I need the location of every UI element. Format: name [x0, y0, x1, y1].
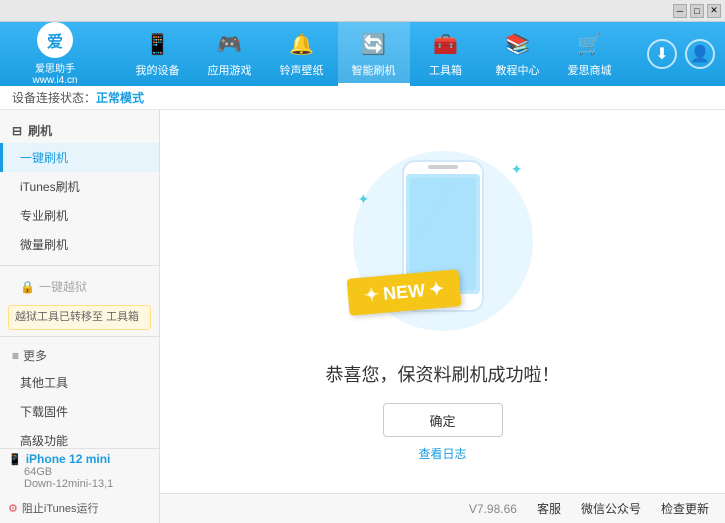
jailbreak-warning: 越狱工具已转移至 工具箱	[8, 305, 151, 330]
flash-section-label: 刷机	[28, 122, 52, 139]
nav-tutorials-label: 教程中心	[496, 62, 540, 78]
logo-icon: 爱	[37, 22, 73, 58]
device-name: iPhone 12 mini	[26, 452, 111, 466]
bottom-bar-right: V7.98.66 客服 微信公众号 检查更新	[160, 494, 725, 523]
sidebar-more-section: ≡ 更多	[0, 343, 159, 368]
sidebar-divider-2	[0, 336, 159, 337]
sidebar-divider-1	[0, 265, 159, 266]
minimize-button[interactable]: ─	[673, 4, 687, 18]
sidebar-jailbreak-section: 🔒 一键越狱	[0, 272, 159, 301]
sidebar-flash-section: ⊟ 刷机	[0, 118, 159, 143]
sidebar-pro-flash[interactable]: 专业刷机	[0, 201, 159, 230]
window-controls: ─ □ ✕	[673, 4, 721, 18]
nav-tutorials[interactable]: 📚 教程中心	[482, 22, 554, 86]
sidebar: ⊟ 刷机 一键刷机 iTunes刷机 专业刷机 微量刷机 🔒 一键越狱 越狱工具…	[0, 110, 160, 493]
sparkle-1: ✦	[511, 161, 523, 178]
device-phone-icon: 📱	[8, 453, 22, 466]
connection-status: 正常模式	[96, 89, 144, 106]
download-button[interactable]: ⬇	[647, 39, 677, 69]
itunes-status: ⚙ 阻止iTunes运行	[0, 493, 160, 523]
nav-toolbox-label: 工具箱	[429, 62, 462, 78]
toolbox-icon: 🧰	[432, 30, 460, 58]
shop-icon: 🛒	[576, 30, 604, 58]
nav-smart-flash[interactable]: 🔄 智能刷机	[338, 22, 410, 86]
lock-icon: 🔒	[20, 280, 35, 294]
logo-subtitle: www.i4.cn	[32, 75, 77, 86]
nav-shop[interactable]: 🛒 爱思商城	[554, 22, 626, 86]
nav-my-device-label: 我的设备	[136, 62, 180, 78]
app-window: ─ □ ✕ 爱 爱思助手 www.i4.cn 📱 我的设备 🎮 应用游戏 🔔 铃…	[0, 0, 725, 523]
device-firmware: Down-12mini-13,1	[8, 478, 151, 490]
customer-service-link[interactable]: 客服	[537, 500, 561, 517]
nav-ringtones-label: 铃声壁纸	[280, 62, 324, 78]
nav-ringtones[interactable]: 🔔 铃声壁纸	[266, 22, 338, 86]
more-label: 更多	[23, 347, 47, 364]
logo-title: 爱思助手	[35, 60, 75, 75]
nav-apps-games-label: 应用游戏	[208, 62, 252, 78]
main-area: ⊟ 刷机 一键刷机 iTunes刷机 专业刷机 微量刷机 🔒 一键越狱 越狱工具…	[0, 110, 725, 493]
nav-shop-label: 爱思商城	[568, 62, 612, 78]
itunes-status-text: 阻止iTunes运行	[22, 500, 99, 516]
connection-prefix: 设备连接状态：	[12, 89, 96, 106]
main-content: ✦ ✦	[160, 110, 725, 493]
apps-games-icon: 🎮	[216, 30, 244, 58]
wechat-link[interactable]: 微信公众号	[581, 500, 641, 517]
view-log-link[interactable]: 查看日志	[418, 445, 466, 462]
nav-apps-games[interactable]: 🎮 应用游戏	[194, 22, 266, 86]
sidebar-one-click-flash[interactable]: 一键刷机	[0, 143, 159, 172]
jailbreak-label: 一键越狱	[39, 278, 87, 295]
sidebar-download-firmware[interactable]: 下载固件	[0, 397, 159, 426]
nav-smart-flash-label: 智能刷机	[352, 62, 396, 78]
tutorials-icon: 📚	[504, 30, 532, 58]
logo-area: 爱 爱思助手 www.i4.cn	[10, 22, 100, 86]
sparkle-2: ✦	[358, 191, 370, 208]
nav-right-buttons: ⬇ 👤	[647, 39, 715, 69]
nav-items: 📱 我的设备 🎮 应用游戏 🔔 铃声壁纸 🔄 智能刷机 🧰 工具箱 📚	[100, 22, 647, 86]
more-icon: ≡	[12, 349, 19, 363]
device-info-panel: 📱 iPhone 12 mini 64GB Down-12mini-13,1	[0, 448, 160, 493]
ringtones-icon: 🔔	[288, 30, 316, 58]
smart-flash-icon: 🔄	[360, 30, 388, 58]
nav-toolbox[interactable]: 🧰 工具箱	[410, 22, 482, 86]
sidebar-micro-flash[interactable]: 微量刷机	[0, 230, 159, 259]
phone-illustration: ✦ ✦	[343, 141, 543, 341]
my-device-icon: 📱	[144, 30, 172, 58]
title-bar: ─ □ ✕	[0, 0, 725, 22]
maximize-button[interactable]: □	[690, 4, 704, 18]
flash-section-icon: ⊟	[12, 124, 22, 138]
connection-bar: 设备连接状态： 正常模式	[0, 86, 725, 110]
device-storage: 64GB	[8, 466, 151, 478]
confirm-button[interactable]: 确定	[383, 403, 503, 437]
top-nav: 爱 爱思助手 www.i4.cn 📱 我的设备 🎮 应用游戏 🔔 铃声壁纸 🔄 …	[0, 22, 725, 86]
close-button[interactable]: ✕	[707, 4, 721, 18]
itunes-icon: ⚙	[8, 502, 18, 515]
device-name-row: 📱 iPhone 12 mini	[8, 452, 151, 466]
sidebar-itunes-flash[interactable]: iTunes刷机	[0, 172, 159, 201]
sidebar-other-tools[interactable]: 其他工具	[0, 368, 159, 397]
success-message: 恭喜您，保资料刷机成功啦！	[326, 361, 560, 387]
version-number: V7.98.66	[469, 502, 517, 516]
user-button[interactable]: 👤	[685, 39, 715, 69]
bottom-bar: 自动推送 跳过向导 📱 iPhone 12 mini 64GB Down-12m…	[0, 493, 725, 523]
check-update-link[interactable]: 检查更新	[661, 500, 709, 517]
nav-my-device[interactable]: 📱 我的设备	[122, 22, 194, 86]
